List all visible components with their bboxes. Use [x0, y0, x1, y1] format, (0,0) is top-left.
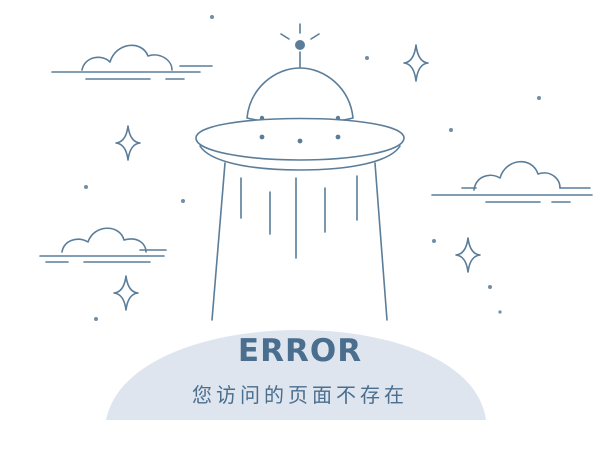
sparkle-icon — [113, 275, 139, 311]
sparkle-icon — [115, 125, 141, 161]
error-message: 您访问的页面不存在 — [192, 383, 408, 407]
ufo-saucer — [195, 117, 405, 171]
ufo-beam — [211, 162, 388, 321]
ufo-dome — [246, 67, 354, 124]
cloud-icon — [39, 227, 167, 263]
cloud-icon — [51, 44, 213, 80]
cloud-icon — [431, 160, 593, 203]
sparkle-icon — [403, 44, 429, 82]
antenna-icon — [280, 23, 320, 69]
star-dots — [84, 15, 541, 321]
error-title: ERROR — [237, 333, 363, 369]
sparkle-icon — [455, 237, 481, 273]
